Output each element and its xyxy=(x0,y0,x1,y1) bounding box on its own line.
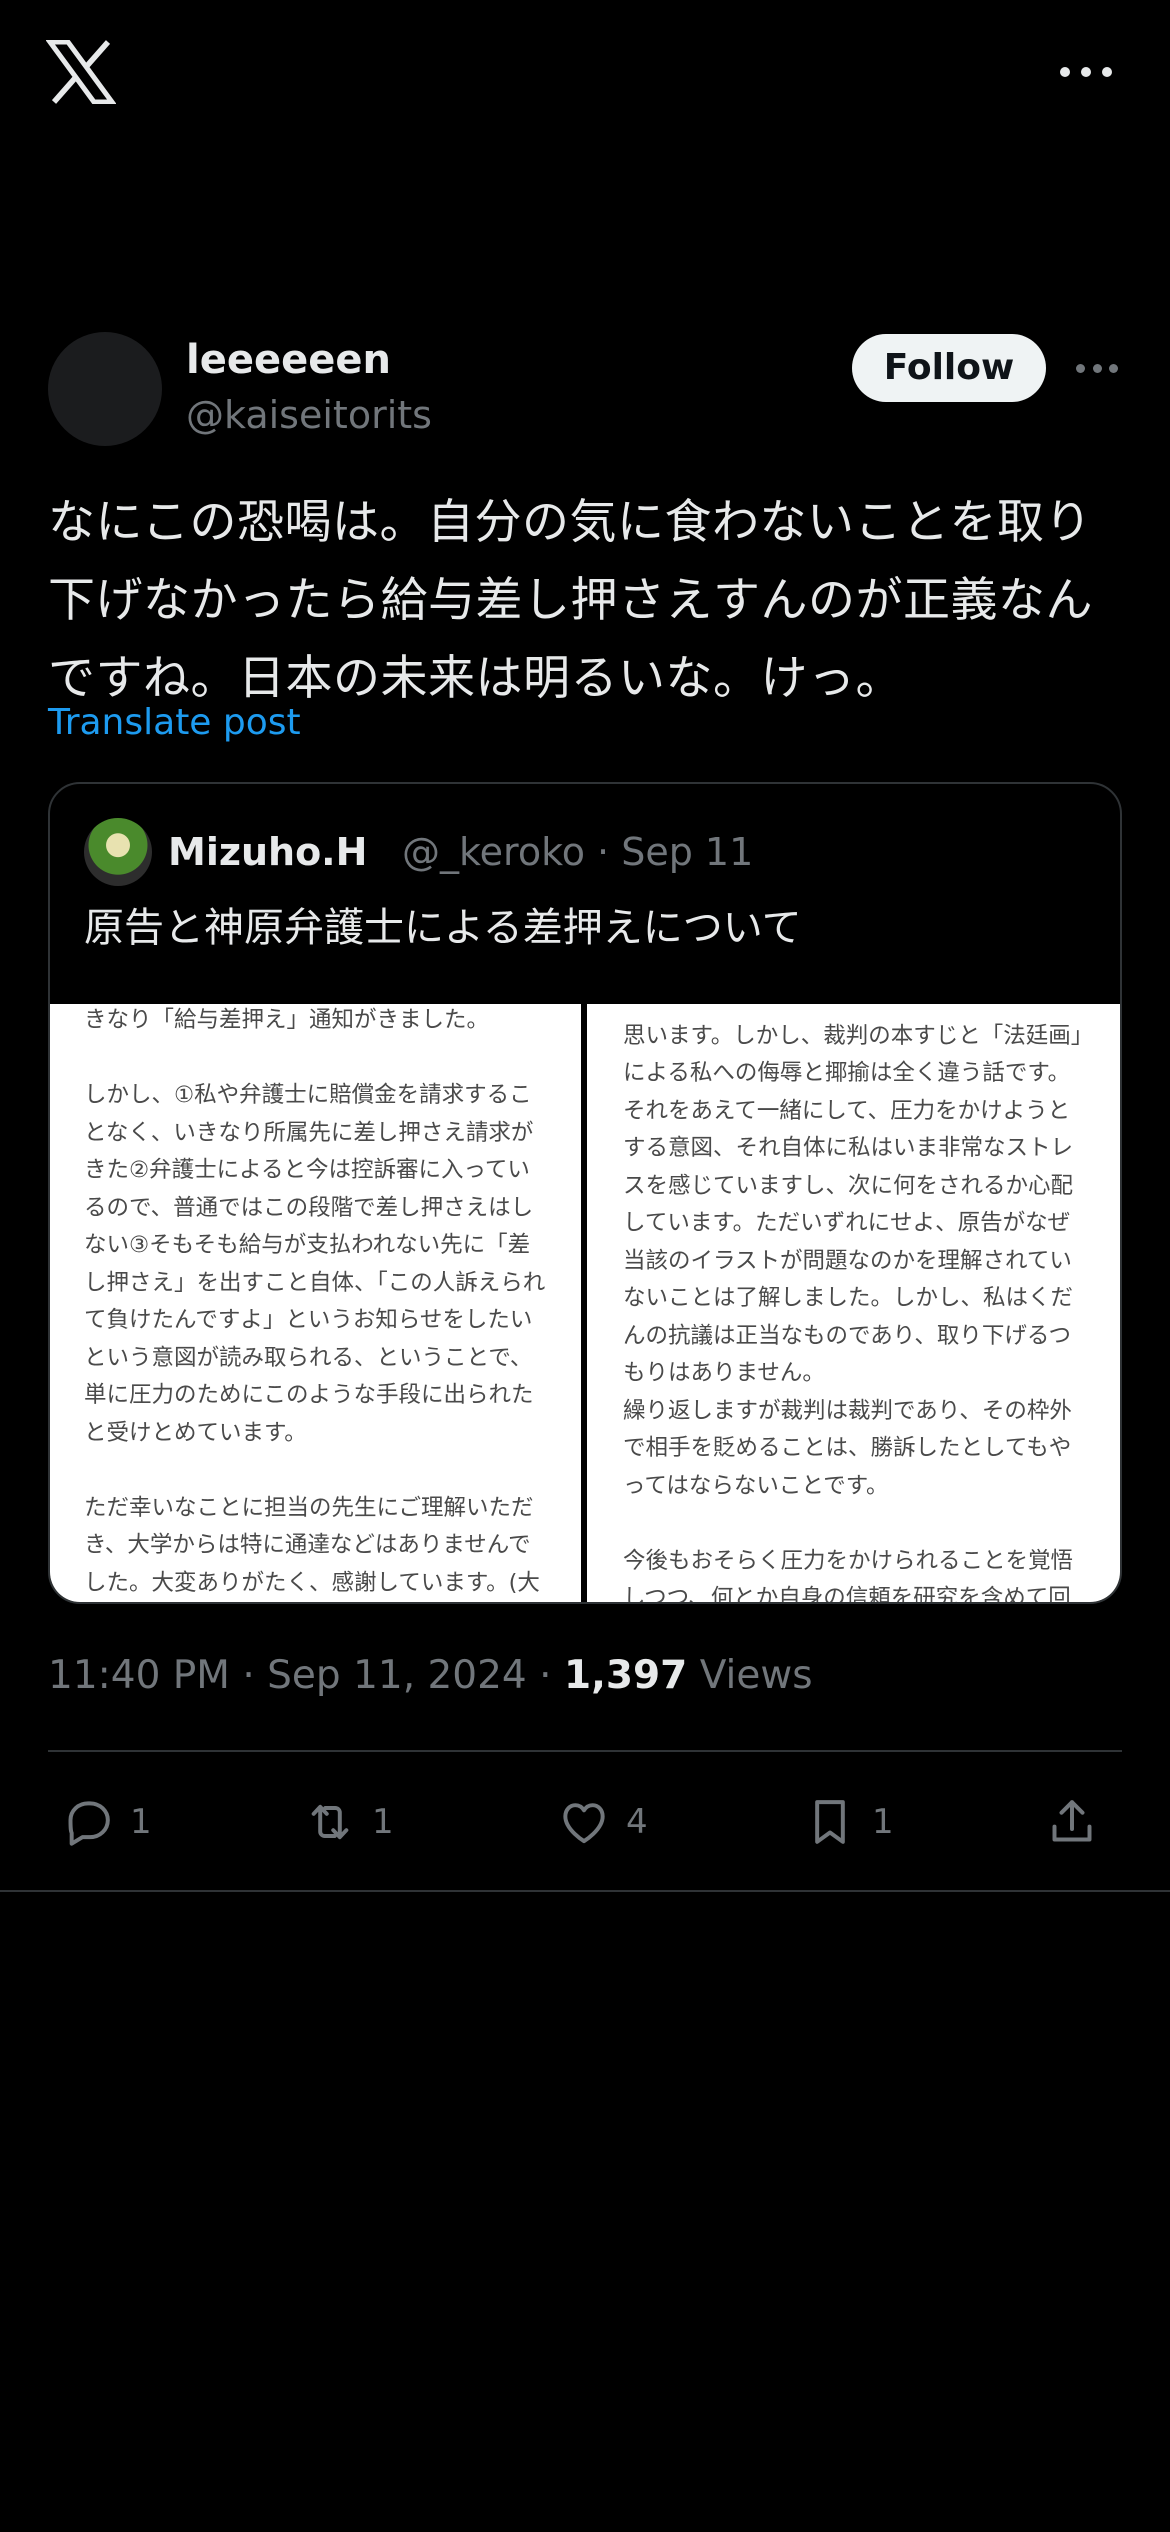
document-text-line: 当該のイラストが問題なのかを理解されてい xyxy=(623,1247,1072,1274)
document-text-line xyxy=(84,1040,551,1078)
author-name[interactable]: leeeeeen xyxy=(186,332,391,388)
document-text-line: ただ幸いなことに担当の先生にご理解いただ xyxy=(84,1494,534,1521)
document-text-line: もりはありません。 xyxy=(623,1360,825,1386)
reply-button[interactable]: 1 xyxy=(60,1790,152,1854)
document-text-line: 思います。しかし、裁判の本すじと「法廷画」 xyxy=(623,1022,1094,1049)
action-bar: 1 1 4 1 xyxy=(48,1790,1122,1854)
divider xyxy=(48,1750,1122,1752)
document-text-line: きた②弁護士によると今は控訴審に入ってい xyxy=(84,1157,530,1183)
share-icon xyxy=(1052,1800,1092,1842)
document-text-line: るので、普通ではこの段階で差し押さえはし xyxy=(84,1194,534,1221)
document-text-line: 繰り返しますが裁判は裁判であり、その枠外 xyxy=(623,1397,1072,1424)
quote-meta: @_keroko · Sep 11 xyxy=(402,830,754,874)
x-logo-icon[interactable] xyxy=(45,39,117,105)
document-text-line: による私への侮辱と揶揄は全く違う話です。 xyxy=(623,1060,1071,1086)
views-label: Views xyxy=(699,1653,813,1698)
document-text-line: 単に圧力のためにこのような手段に出られた xyxy=(84,1382,534,1408)
document-text-line: しつつ、何とか自身の信頼を研究を含めて回 xyxy=(623,1585,1071,1602)
bookmark-icon xyxy=(815,1800,845,1844)
reply-icon xyxy=(68,1801,110,1846)
quote-media: きなり「給与差押え」通知がきました。しかし、①私や弁護士に賠償金を請求するこ とな… xyxy=(50,1004,1120,1602)
document-text-line: んの抗議は正当なものであり、取り下げるつ xyxy=(623,1322,1071,1349)
quote-image-right[interactable]: 思います。しかし、裁判の本すじと「法廷画」 による私への侮辱と揶揄は全く違う話です… xyxy=(587,1004,1120,1602)
quote-author-name: Mizuho.H xyxy=(168,830,368,874)
quote-header: Mizuho.H @_keroko · Sep 11 xyxy=(84,818,1084,888)
post-date[interactable]: Sep 11, 2024 xyxy=(267,1653,527,1698)
author-handle[interactable]: @kaiseitorits xyxy=(186,388,432,442)
document-text-line xyxy=(623,1004,1090,1018)
more-options-icon[interactable] xyxy=(1060,58,1112,86)
heart-icon xyxy=(563,1803,605,1844)
document-text-line: で相手を貶めることは、勝訴したとしてもや xyxy=(623,1435,1072,1461)
document-text-line: しています。ただいずれにせよ、原告がなぜ xyxy=(623,1210,1071,1236)
document-text-line: きなり「給与差押え」通知がきました。 xyxy=(84,1007,490,1033)
document-text-line: し押さえ」を出すこと自体、「この人訴えられ xyxy=(84,1269,546,1296)
document-text-line: き、大学からは特に通達などはありませんで xyxy=(84,1532,531,1558)
divider xyxy=(0,1890,1170,1892)
quote-date: Sep 11 xyxy=(621,830,754,874)
quote-text: 原告と神原弁護士による差押えについて xyxy=(84,905,802,951)
document-text-line: ない③そもそも給与が支払われない先に「差 xyxy=(84,1232,531,1258)
document-text-line: と受けとめています。 xyxy=(84,1419,307,1446)
like-count: 4 xyxy=(626,1802,648,1842)
post-more-icon[interactable] xyxy=(1076,362,1118,374)
document-text-line: ってはならないことです。 xyxy=(623,1472,889,1499)
translate-post-link[interactable]: Translate post xyxy=(48,698,301,748)
post-author: leeeeeen @kaiseitorits Follow xyxy=(48,332,1122,452)
document-text-line xyxy=(623,1505,1090,1543)
post-timestamp: 11:40 PM · Sep 11, 2024 · 1,397 Views xyxy=(48,1653,813,1698)
document-text-line: て負けたんですよ」というお知らせをしたい xyxy=(84,1307,533,1333)
top-bar xyxy=(0,0,1170,150)
bookmark-button[interactable]: 1 xyxy=(802,1790,894,1854)
document-text-line: スを感じていますし、次に何をされるか心配 xyxy=(623,1172,1074,1199)
post-text: なにこの恐喝は。自分の気に食わないことを取り下げなかったら給与差し押さえすんのが… xyxy=(48,495,1093,706)
document-text-line: した。大変ありがたく、感謝しています。(大 xyxy=(84,1569,540,1596)
document-text-line: する意図、それ自体に私はいま非常なストレ xyxy=(623,1135,1074,1161)
follow-button[interactable]: Follow xyxy=(852,334,1046,402)
avatar[interactable] xyxy=(48,332,162,446)
reply-count: 1 xyxy=(130,1802,152,1842)
document-text-line xyxy=(84,1452,551,1490)
retweet-button[interactable]: 1 xyxy=(302,1790,394,1854)
document-text-line: ないことは了解しました。しかし、私はくだ xyxy=(623,1285,1074,1311)
bookmark-count: 1 xyxy=(872,1802,894,1842)
document-text-line: 今後もおそらく圧力をかけられることを覚悟 xyxy=(623,1547,1074,1574)
retweet-icon xyxy=(311,1804,349,1840)
post-time[interactable]: 11:40 PM xyxy=(48,1653,230,1698)
quote-avatar xyxy=(84,818,152,886)
share-button[interactable] xyxy=(1044,1790,1100,1854)
retweet-count: 1 xyxy=(372,1802,394,1842)
like-button[interactable]: 4 xyxy=(556,1790,648,1854)
quote-author-handle: @_keroko xyxy=(402,830,585,874)
document-text-line: となく、いきなり所属先に差し押さえ請求が xyxy=(84,1119,534,1146)
quoted-post[interactable]: Mizuho.H @_keroko · Sep 11 原告と神原弁護士による差押… xyxy=(48,782,1122,1604)
document-text-line: という意図が読み取られる、ということで、 xyxy=(84,1344,533,1371)
quote-image-left[interactable]: きなり「給与差押え」通知がきました。しかし、①私や弁護士に賠償金を請求するこ とな… xyxy=(50,1004,581,1602)
document-text-line: しかし、①私や弁護士に賠償金を請求するこ xyxy=(84,1082,532,1108)
views-count: 1,397 xyxy=(563,1653,688,1698)
document-text-line: それをあえて一緒にして、圧力をかけようと xyxy=(623,1097,1071,1124)
